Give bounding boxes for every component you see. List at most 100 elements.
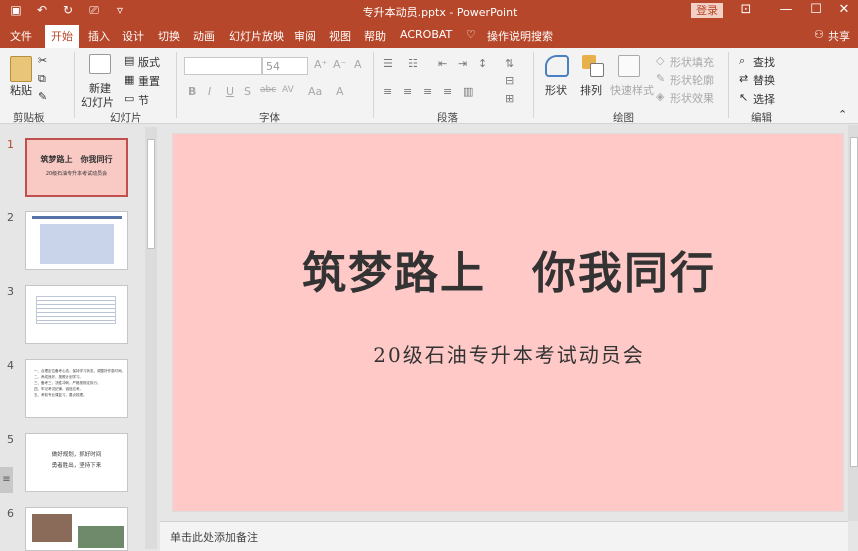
find-icon[interactable]: ⌕ <box>739 54 745 68</box>
close-icon[interactable]: ✕ <box>834 2 854 17</box>
shape-outline-icon[interactable]: ✎ <box>656 72 665 85</box>
increase-indent-icon[interactable]: ⇥ <box>458 57 467 70</box>
separator <box>533 52 534 118</box>
current-slide[interactable]: 筑梦路上 你我同行 20级石油专升本考试动员会 <box>172 133 844 512</box>
paste-button[interactable]: 粘贴 <box>10 82 32 98</box>
slide-title[interactable]: 筑梦路上 你我同行 <box>173 237 845 301</box>
find-button[interactable]: 查找 <box>753 54 775 70</box>
line-spacing-icon[interactable]: ↕ <box>478 57 487 70</box>
separator <box>176 52 177 118</box>
slide-editor: 筑梦路上 你我同行 20级石油专升本考试动员会 <box>160 125 848 520</box>
save-icon[interactable]: ▣ <box>8 3 24 18</box>
reset-button[interactable]: 重置 <box>138 73 160 89</box>
shape-fill-button[interactable]: 形状填充 <box>670 54 714 70</box>
new-slide-button[interactable]: 幻灯片 <box>81 94 114 110</box>
arrange-button[interactable]: 排列 <box>580 82 602 98</box>
tab-view[interactable]: 视图 <box>329 28 351 44</box>
thumbnail-slide-1[interactable]: 筑梦路上 你我同行 20级石油专升本考试动员会 <box>25 138 128 197</box>
new-slide-icon[interactable] <box>89 54 111 74</box>
font-size-dropdown[interactable]: 54 <box>262 57 308 75</box>
paste-icon[interactable] <box>10 56 32 82</box>
bullets-icon[interactable]: ☰ <box>383 57 393 70</box>
copy-icon[interactable]: ⧉ <box>38 72 46 86</box>
font-family-dropdown[interactable] <box>184 57 262 75</box>
change-case-button[interactable]: Aa <box>308 85 322 98</box>
clear-format-icon[interactable]: A <box>354 58 362 71</box>
quick-styles-button[interactable]: 快速样式 <box>610 82 654 98</box>
section-button[interactable]: 节 <box>138 92 149 108</box>
collapse-ribbon-icon[interactable]: ⌃ <box>838 108 847 121</box>
notes-pane[interactable]: 单击此处添加备注 <box>160 521 848 551</box>
window-title: 专升本动员.pptx - PowerPoint <box>362 6 518 19</box>
grow-font-icon[interactable]: A⁺ <box>314 58 327 71</box>
align-text-icon[interactable]: ⊟ <box>505 74 514 87</box>
slide-thumbnails-panel: 1 筑梦路上 你我同行 20级石油专升本考试动员会 2 3 4 一、合理定位备考… <box>0 125 160 551</box>
tab-transitions[interactable]: 切换 <box>158 28 180 44</box>
font-color-button[interactable]: A <box>336 85 344 98</box>
align-center-icon[interactable]: ≡ <box>403 85 412 98</box>
login-button[interactable]: 登录 <box>691 3 723 18</box>
thumbnail-slide-4[interactable]: 一、合理定位备考心态，保持学习状态，调整好作息时间。 二、养成良好，按照计划学习… <box>25 359 128 418</box>
replace-icon[interactable]: ⇄ <box>739 72 748 85</box>
tab-acrobat[interactable]: ACROBAT <box>400 28 452 41</box>
layout-icon[interactable]: ▤ <box>124 54 134 67</box>
maximize-icon[interactable]: ☐ <box>806 2 826 17</box>
numbering-icon[interactable]: ☷ <box>408 57 418 70</box>
shrink-font-icon[interactable]: A⁻ <box>333 58 346 71</box>
select-button[interactable]: 选择 <box>753 91 775 107</box>
tab-animations[interactable]: 动画 <box>193 28 215 44</box>
tab-home[interactable]: 开始 <box>45 25 79 48</box>
thumbnail-slide-2[interactable] <box>25 211 128 270</box>
layout-button[interactable]: 版式 <box>138 54 160 70</box>
undo-icon[interactable]: ↶ <box>34 3 50 18</box>
select-icon[interactable]: ↖ <box>739 91 748 104</box>
align-left-icon[interactable]: ≡ <box>383 85 392 98</box>
shapes-button[interactable]: 形状 <box>545 82 567 98</box>
cut-icon[interactable]: ✂ <box>38 54 47 67</box>
slide-subtitle[interactable]: 20级石油专升本考试动员会 <box>173 339 845 368</box>
shadow-button[interactable]: S <box>244 85 251 98</box>
decrease-indent-icon[interactable]: ⇤ <box>438 57 447 70</box>
format-painter-icon[interactable]: ✎ <box>38 90 47 103</box>
section-icon[interactable]: ▭ <box>124 92 134 105</box>
slideshow-icon[interactable]: ⎚ <box>86 3 102 18</box>
align-right-icon[interactable]: ≡ <box>423 85 432 98</box>
ribbon-display-icon[interactable]: ⊡ <box>736 2 756 17</box>
redo-icon[interactable]: ↻ <box>60 3 76 18</box>
shape-fill-icon[interactable]: ◇ <box>656 54 664 67</box>
menu-icon[interactable]: ≡ <box>0 467 13 493</box>
tab-help[interactable]: 帮助 <box>364 28 386 44</box>
smartart-icon[interactable]: ⊞ <box>505 92 514 105</box>
tab-slideshow[interactable]: 幻灯片放映 <box>229 28 284 44</box>
scrollbar-thumb[interactable] <box>850 137 858 467</box>
shapes-icon[interactable] <box>545 55 569 77</box>
tab-insert[interactable]: 插入 <box>88 28 110 44</box>
italic-button[interactable]: I <box>208 85 211 98</box>
slide-scrollbar[interactable] <box>848 125 858 521</box>
minimize-icon[interactable]: — <box>776 2 796 17</box>
shape-effects-button[interactable]: 形状效果 <box>670 90 714 106</box>
underline-button[interactable]: U <box>226 85 234 98</box>
scrollbar-thumb[interactable] <box>147 139 155 249</box>
quick-styles-icon[interactable] <box>618 55 640 77</box>
share-button[interactable]: 共享 <box>828 28 850 44</box>
thumbnail-slide-6[interactable] <box>25 507 128 551</box>
thumbnails-scrollbar[interactable] <box>145 127 157 549</box>
reset-icon[interactable]: ▦ <box>124 73 134 86</box>
shape-outline-button[interactable]: 形状轮廓 <box>670 72 714 88</box>
tab-review[interactable]: 审阅 <box>294 28 316 44</box>
replace-button[interactable]: 替换 <box>753 72 775 88</box>
shape-effects-icon[interactable]: ◈ <box>656 90 664 103</box>
text-direction-icon[interactable]: ⇅ <box>505 57 514 70</box>
tell-me-search[interactable]: 操作说明搜索 <box>487 28 553 44</box>
tab-file[interactable]: 文件 <box>10 28 32 44</box>
bold-button[interactable]: B <box>188 85 196 98</box>
customize-icon[interactable]: ▿ <box>112 3 128 18</box>
char-spacing-button[interactable]: AV <box>282 85 294 95</box>
thumbnail-slide-5[interactable]: 做好规划，抓好时间 勇者胜出，坚持下来 <box>25 433 128 492</box>
strikethrough-button[interactable]: abc <box>260 85 276 95</box>
thumbnail-slide-3[interactable] <box>25 285 128 344</box>
justify-icon[interactable]: ≡ <box>443 85 452 98</box>
columns-icon[interactable]: ▥ <box>463 85 473 98</box>
tab-design[interactable]: 设计 <box>122 28 144 44</box>
